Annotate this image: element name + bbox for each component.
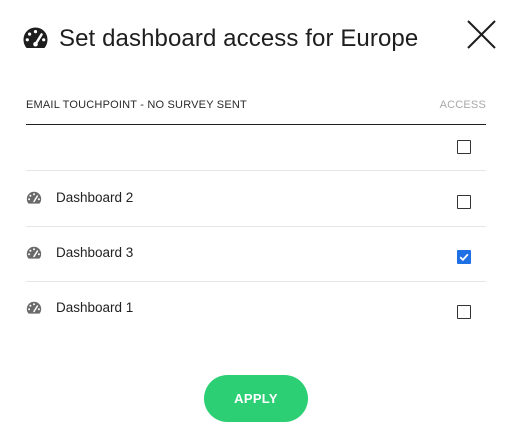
table-header: EMAIL TOUCHPOINT - NO SURVEY SENT ACCESS [26, 98, 486, 125]
access-column-header: ACCESS [439, 99, 486, 111]
dashboard-access-modal: Set dashboard access for Europe EMAIL TO… [0, 0, 511, 445]
dashboard-gauge-icon [26, 246, 42, 259]
table-row: Dashboard 1 [26, 281, 486, 336]
dashboard-label: Dashboard 2 [56, 190, 134, 205]
dashboard-label: Dashboard 1 [56, 300, 134, 315]
table-row [26, 124, 486, 171]
dashboard-gauge-icon [26, 191, 42, 204]
modal-title: Set dashboard access for Europe [59, 25, 419, 52]
dashboard-label: Dashboard 3 [56, 245, 134, 260]
access-checkbox[interactable] [457, 195, 471, 209]
access-checkbox[interactable] [457, 305, 471, 319]
table-row: Dashboard 3 [26, 226, 486, 282]
check-icon [459, 253, 469, 262]
touchpoint-column-header: EMAIL TOUCHPOINT - NO SURVEY SENT [26, 99, 247, 111]
close-icon[interactable] [465, 18, 498, 51]
dashboard-gauge-icon [26, 301, 42, 314]
table-row: Dashboard 2 [26, 171, 486, 227]
access-checkbox[interactable] [457, 140, 471, 154]
access-checkbox[interactable] [457, 250, 471, 264]
apply-button[interactable]: APPLY [204, 375, 308, 422]
dashboard-gauge-icon [23, 27, 48, 48]
